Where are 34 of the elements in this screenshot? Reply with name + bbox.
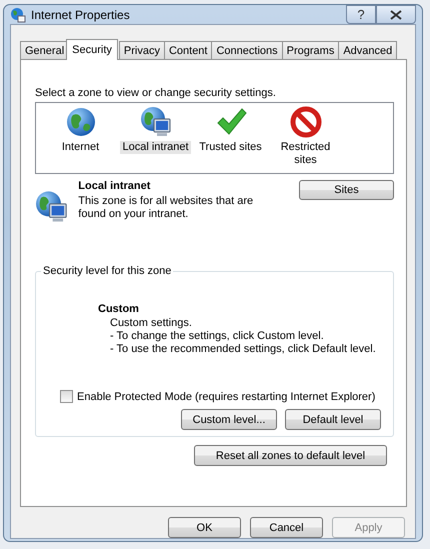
level-description: Custom settings. <box>110 317 193 330</box>
group-label: Security level for this zone <box>41 265 174 277</box>
no-entry-icon <box>290 106 322 138</box>
level-description: - To change the settings, click Custom level. <box>110 330 325 343</box>
globe-monitor-icon <box>35 190 68 224</box>
tab[interactable]: Connections <box>211 41 283 59</box>
zone-title: Local intranet <box>78 180 152 192</box>
dialog-button[interactable]: OK <box>168 517 241 538</box>
custom-level-button[interactable]: Custom level... <box>181 409 277 430</box>
zone-item[interactable]: Restricted sites <box>276 141 336 167</box>
instruction-text: Select a zone to view or change security settings. <box>35 87 277 99</box>
zone-item[interactable]: Local intranet <box>120 141 191 154</box>
tab[interactable]: Security <box>66 39 118 60</box>
tab[interactable]: Content <box>164 41 212 59</box>
tab[interactable]: Privacy <box>118 41 165 59</box>
level-name: Custom <box>98 303 140 315</box>
globe-monitor-icon <box>140 106 172 138</box>
sites-button[interactable]: Sites <box>298 180 394 200</box>
default-level-button[interactable]: Default level <box>285 409 381 430</box>
tab[interactable]: Programs <box>282 41 340 59</box>
reset-button[interactable]: Reset all zones to default level <box>194 445 387 466</box>
checkbox[interactable] <box>60 390 73 403</box>
close-button[interactable] <box>376 5 416 24</box>
window-title: Internet Properties <box>31 8 130 22</box>
dialog-button[interactable]: Cancel <box>250 517 323 538</box>
globe-icon <box>64 106 96 138</box>
close-icon <box>390 10 402 20</box>
tab[interactable]: Advanced <box>338 41 398 59</box>
zone-item[interactable]: Internet <box>50 141 110 154</box>
zone-item[interactable]: Trusted sites <box>197 141 264 154</box>
level-description: - To use the recommended settings, click Default level. <box>110 343 377 356</box>
checkbox-label[interactable]: Enable Protected Mode (requires restarting Internet Explorer) <box>77 390 376 402</box>
help-button[interactable]: ? <box>346 5 376 24</box>
zone-description: This zone is for all websites that are found on your intranet. <box>78 195 254 221</box>
